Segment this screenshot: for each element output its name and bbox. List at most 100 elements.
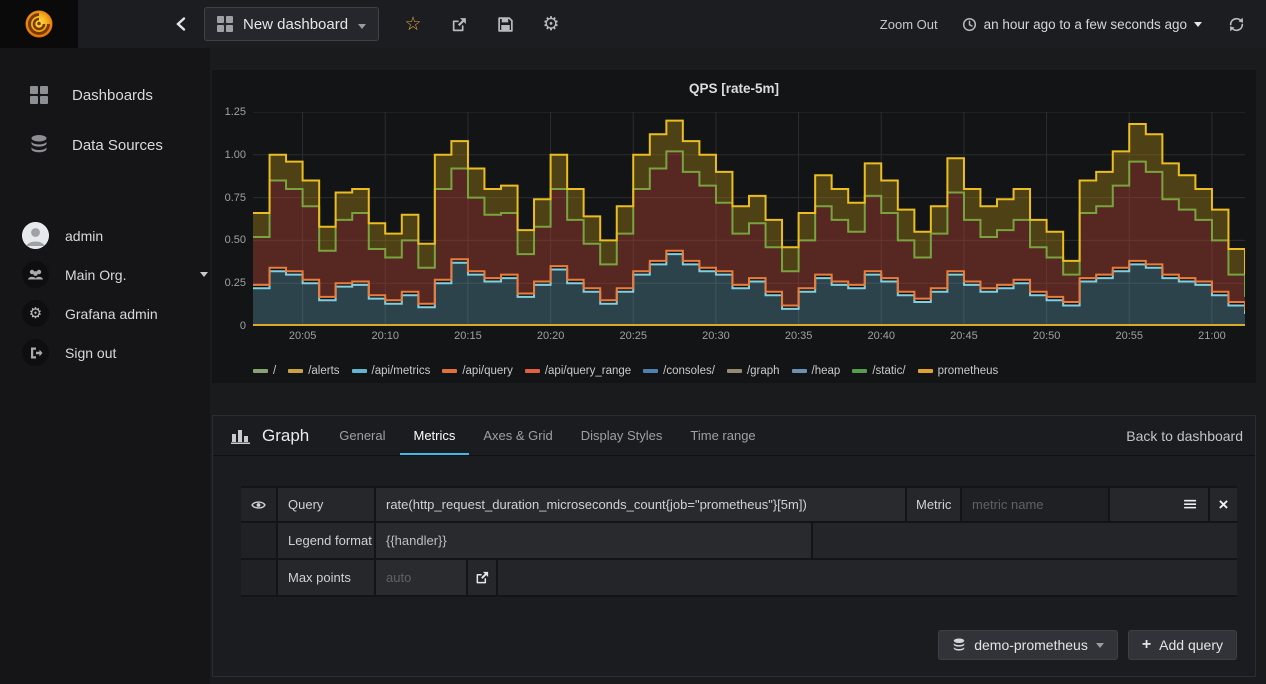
legend-format-row: Legend format {{handler}} <box>241 523 1237 560</box>
dashboard-grid-icon <box>217 16 233 32</box>
shift-query-button[interactable] <box>468 560 498 595</box>
x-tick-label: 20:50 <box>1033 330 1061 342</box>
dashboard-content: QPS [rate-5m] 00.250.500.751.001.25 20:0… <box>210 48 1266 684</box>
admin-gear-icon: ⚙ <box>22 300 49 327</box>
y-tick-label: 0.75 <box>225 192 246 204</box>
eye-icon <box>251 499 266 511</box>
refresh-button[interactable] <box>1226 14 1246 34</box>
sidebar-item-dashboards[interactable]: Dashboards <box>0 70 210 120</box>
x-tick-label: 20:05 <box>289 330 317 342</box>
legend-label: /alerts <box>308 365 339 377</box>
x-tick-label: 20:35 <box>785 330 813 342</box>
legend-swatch <box>288 369 303 373</box>
tab-general[interactable]: General <box>325 416 399 455</box>
datasource-picker-button[interactable]: demo-prometheus <box>938 630 1118 660</box>
chart-plot-area[interactable] <box>253 112 1245 326</box>
legend-label: /heap <box>812 365 841 377</box>
x-tick-label: 20:45 <box>950 330 978 342</box>
sidebar-item-profile[interactable]: admin <box>0 216 210 255</box>
navbar: New dashboard ☆ ⚙ Zoom Out an hou <box>0 0 1266 48</box>
add-query-label: Add query <box>1159 637 1223 653</box>
max-points-row: Max points <box>241 560 1237 597</box>
y-tick-label: 1.00 <box>225 149 246 161</box>
max-points-input[interactable] <box>376 560 466 595</box>
chevron-down-icon <box>200 272 208 277</box>
y-tick-label: 1.25 <box>225 106 246 118</box>
metric-input-cell <box>962 488 1110 521</box>
max-points-input-cell <box>376 560 468 595</box>
back-to-dashboard-link[interactable]: Back to dashboard <box>1126 428 1255 444</box>
sidebar-item-org[interactable]: Main Org. <box>0 255 210 294</box>
editor-tabs: GeneralMetricsAxes & GridDisplay StylesT… <box>325 416 769 455</box>
query-menu-icon[interactable]: ≡ <box>1182 495 1198 514</box>
legend-format-label: Legend format <box>278 523 376 558</box>
save-button[interactable] <box>495 14 515 34</box>
x-tick-label: 20:20 <box>537 330 565 342</box>
dashboard-picker-button[interactable]: New dashboard <box>204 7 379 41</box>
legend-item[interactable]: /alerts <box>288 365 339 377</box>
editor-header: Graph GeneralMetricsAxes & GridDisplay S… <box>213 416 1255 456</box>
dashboards-grid-icon <box>28 86 50 104</box>
sidebar-item-sign-out[interactable]: Sign out <box>0 333 210 372</box>
org-name: Main Org. <box>65 267 126 283</box>
settings-button[interactable]: ⚙ <box>541 14 561 34</box>
x-tick-label: 20:10 <box>372 330 400 342</box>
x-tick-label: 20:15 <box>454 330 482 342</box>
sidebar-item-data-sources[interactable]: Data Sources <box>0 120 210 170</box>
y-tick-label: 0.25 <box>225 277 246 289</box>
legend-item[interactable]: /api/query <box>442 365 513 377</box>
legend-swatch <box>253 369 268 373</box>
legend-item[interactable]: /api/metrics <box>352 365 431 377</box>
legend-swatch <box>643 369 658 373</box>
panel-title[interactable]: QPS [rate-5m] <box>212 81 1256 96</box>
legend-swatch <box>792 369 807 373</box>
grafana-logo[interactable] <box>0 0 78 48</box>
share-button[interactable] <box>449 14 469 34</box>
x-tick-label: 20:25 <box>620 330 648 342</box>
zoom-out-button[interactable]: Zoom Out <box>880 17 938 32</box>
legend-item[interactable]: /consoles/ <box>643 365 715 377</box>
sidebar-item-grafana-admin[interactable]: ⚙ Grafana admin <box>0 294 210 333</box>
tab-display-styles[interactable]: Display Styles <box>567 416 677 455</box>
tab-axes-grid[interactable]: Axes & Grid <box>469 416 566 455</box>
grafana-admin-label: Grafana admin <box>65 306 158 322</box>
legend-item[interactable]: /api/query_range <box>525 365 631 377</box>
legend-format-input[interactable]: {{handler}} <box>376 523 813 558</box>
legend-row-filler <box>813 523 1238 558</box>
legend-label: prometheus <box>938 365 999 377</box>
toggle-query-visibility-button[interactable] <box>241 488 278 521</box>
chart-legend: / /alerts/api/metrics/api/query/api/query… <box>253 365 1246 377</box>
add-query-button[interactable]: + Add query <box>1128 630 1237 660</box>
legend-item[interactable]: / <box>253 365 276 377</box>
chevron-down-icon <box>1194 22 1202 27</box>
graph-panel: QPS [rate-5m] 00.250.500.751.001.25 20:0… <box>212 70 1256 383</box>
sidebar-item-label: Data Sources <box>72 137 163 154</box>
grafana-logo-icon <box>24 9 54 39</box>
editor-panel-type-label: Graph <box>262 426 309 446</box>
query-label: Query <box>278 488 376 521</box>
collapse-sidebar-icon[interactable] <box>174 14 194 34</box>
legend-item[interactable]: /static/ <box>852 365 905 377</box>
legend-label: /consoles/ <box>663 365 715 377</box>
metric-name-input[interactable] <box>962 488 1108 521</box>
legend-item[interactable]: /heap <box>792 365 841 377</box>
metric-label: Metric <box>907 488 962 521</box>
query-expression-input[interactable]: rate(http_request_duration_microseconds_… <box>376 488 907 521</box>
legend-label: /api/query_range <box>545 365 631 377</box>
tab-time-range[interactable]: Time range <box>676 416 769 455</box>
legend-swatch <box>727 369 742 373</box>
sign-out-label: Sign out <box>65 345 116 361</box>
time-range-picker[interactable]: an hour ago to a few seconds ago <box>962 17 1202 32</box>
legend-item[interactable]: prometheus <box>918 365 999 377</box>
sidebar-item-label: Dashboards <box>72 87 153 104</box>
star-button[interactable]: ☆ <box>403 14 423 34</box>
editor-panel-type: Graph <box>231 416 309 455</box>
close-icon[interactable]: × <box>1219 496 1229 513</box>
legend-item[interactable]: /graph <box>727 365 780 377</box>
tab-metrics[interactable]: Metrics <box>400 416 470 455</box>
database-icon <box>952 638 966 653</box>
save-icon <box>497 16 514 33</box>
metrics-tab-body: Query rate(http_request_duration_microse… <box>213 456 1255 660</box>
star-icon: ☆ <box>405 15 422 34</box>
gear-icon: ⚙ <box>543 15 560 34</box>
